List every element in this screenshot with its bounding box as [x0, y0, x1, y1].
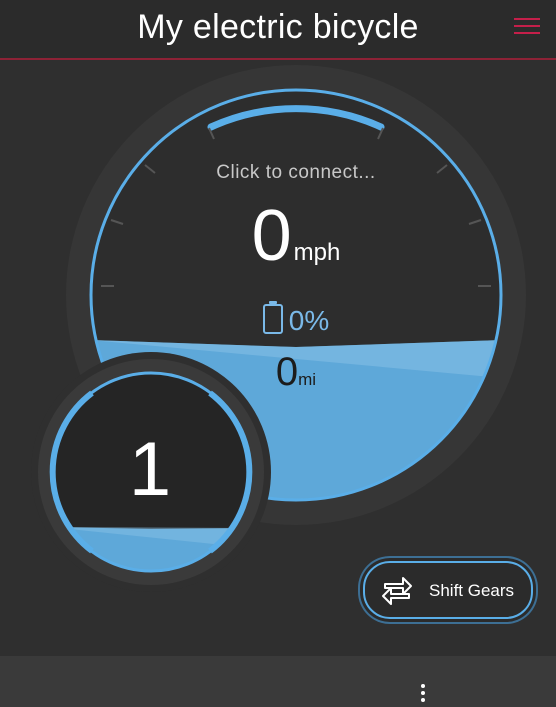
app-title: My electric bicycle — [137, 8, 419, 46]
app-bar: My electric bicycle — [0, 0, 556, 60]
speed-readout: 0mph — [146, 200, 446, 272]
speed-value: 0 — [251, 196, 292, 276]
speed-unit: mph — [293, 239, 341, 266]
shift-gears-label: Shift Gears — [429, 581, 515, 600]
shift-gears-button[interactable]: Shift Gears — [363, 561, 533, 619]
hamburger-menu-icon[interactable] — [514, 14, 544, 40]
distance-readout: 0mi — [196, 352, 396, 392]
distance-value: 0 — [275, 350, 299, 394]
bottom-bar — [0, 656, 556, 707]
connect-status[interactable]: Click to connect... — [146, 162, 446, 184]
swap-arrows-icon — [382, 577, 412, 605]
dashboard: Click to connect... 0mph 0% 0mi 1 Shift … — [0, 60, 556, 656]
battery-icon — [262, 301, 283, 334]
battery-readout: 0% — [196, 301, 396, 337]
battery-percent: 0% — [288, 305, 330, 336]
distance-unit: mi — [298, 370, 317, 389]
gear-value: 1 — [128, 427, 172, 512]
more-vert-icon[interactable] — [418, 684, 428, 704]
